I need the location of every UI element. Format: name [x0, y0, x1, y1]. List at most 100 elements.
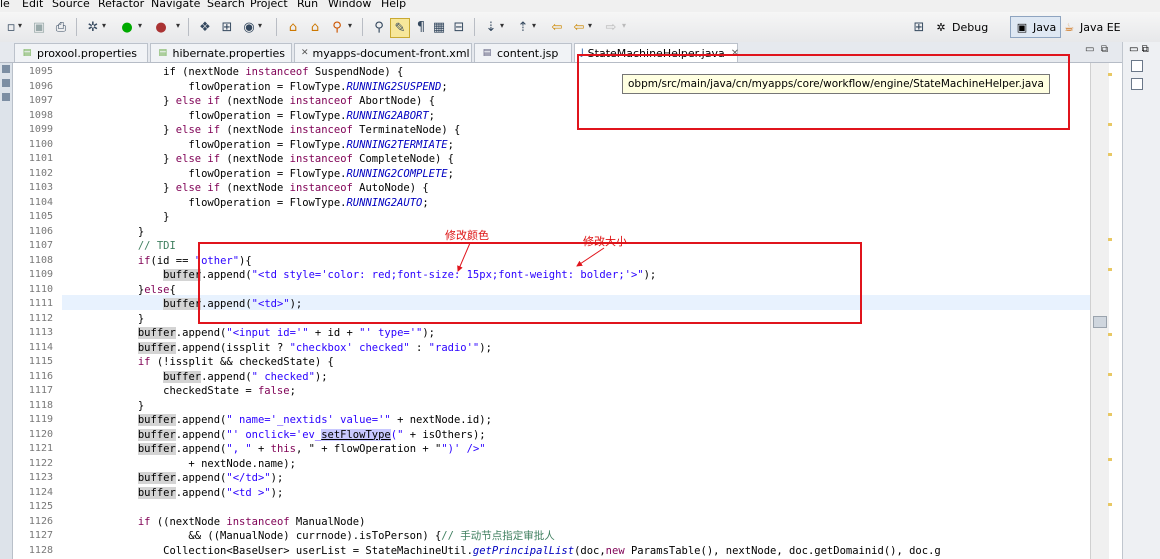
code-line[interactable]: }else{	[62, 283, 176, 298]
navigator-icon[interactable]	[2, 93, 10, 101]
package-explorer-icon[interactable]	[2, 65, 10, 73]
print-icon[interactable]: ⎙	[52, 18, 70, 36]
toggle-icon[interactable]: ⊟	[450, 18, 468, 36]
code-line[interactable]: buffer.append(issplit ? "checkbox' check…	[62, 341, 492, 356]
new-java-project-icon[interactable]: ❖	[196, 18, 214, 36]
open-task-icon[interactable]: ⌂	[306, 18, 324, 36]
chevron-down-icon[interactable]: ▾	[18, 21, 22, 30]
mark-occurrences-icon[interactable]: ✎	[390, 18, 410, 38]
pin-icon[interactable]: ⚲	[370, 18, 388, 36]
outline-icon[interactable]	[1131, 60, 1143, 72]
perspective-debug[interactable]: ✲ Debug	[934, 16, 988, 38]
code-line[interactable]: }	[62, 225, 144, 240]
chevron-down-icon[interactable]: ▾	[532, 21, 536, 30]
code-line[interactable]: flowOperation = FlowType.RUNNING2COMPLET…	[62, 167, 454, 182]
menu-refactor[interactable]: Refactor	[98, 0, 144, 10]
hierarchy-icon[interactable]	[2, 79, 10, 87]
occurrence-marker[interactable]	[1108, 413, 1112, 416]
run-icon[interactable]: ●	[118, 18, 136, 36]
code-line[interactable]: }	[62, 210, 169, 225]
code-line[interactable]: buffer.append("' onclick='ev_setFlowType…	[62, 428, 486, 443]
maximize-icon[interactable]: ⧉	[1142, 44, 1149, 55]
block-selection-icon[interactable]: ▦	[430, 18, 448, 36]
open-perspective-icon[interactable]: ⊞	[910, 18, 928, 36]
chevron-down-icon[interactable]: ▾	[588, 21, 592, 30]
vertical-scrollbar[interactable]	[1090, 63, 1112, 559]
tab-myapps-document-front-xml[interactable]: ✕ myapps-document-front.xml	[294, 43, 472, 62]
code-line[interactable]: checkedState = false;	[62, 384, 296, 399]
chevron-down-icon[interactable]: ▾	[500, 21, 504, 30]
chevron-down-icon[interactable]: ▾	[622, 21, 626, 30]
code-line[interactable]: } else if (nextNode instanceof CompleteN…	[62, 152, 454, 167]
code-line[interactable]: buffer.append(", " + this, " + flowOpera…	[62, 442, 486, 457]
show-whitespace-icon[interactable]: ¶	[412, 18, 430, 36]
code-line[interactable]: buffer.append("</td>");	[62, 471, 283, 486]
save-icon[interactable]: ▣	[30, 18, 48, 36]
menu-le[interactable]: le	[0, 0, 10, 10]
new-class-icon[interactable]: ◉	[240, 18, 258, 36]
occurrence-marker[interactable]	[1108, 123, 1112, 126]
search-icon[interactable]: ⚲	[328, 18, 346, 36]
code-line[interactable]: }	[62, 312, 144, 327]
back-icon[interactable]: ⇦	[570, 18, 588, 36]
menu-edit[interactable]: Edit	[22, 0, 43, 10]
tab-hibernate-properties[interactable]: ▤ hibernate.properties	[150, 43, 292, 62]
chevron-down-icon[interactable]: ▾	[176, 21, 180, 30]
chevron-down-icon[interactable]: ▾	[258, 21, 262, 30]
code-line[interactable]: }	[62, 399, 144, 414]
forward-icon[interactable]: ⇨	[602, 18, 620, 36]
menu-help[interactable]: Help	[381, 0, 406, 10]
code-line[interactable]: flowOperation = FlowType.RUNNING2SUSPEND…	[62, 80, 447, 95]
tab-content-jsp[interactable]: ▤ content.jsp	[474, 43, 572, 62]
code-line[interactable]: buffer.append(" name='_nextids' value='"…	[62, 413, 492, 428]
occurrence-marker[interactable]	[1108, 268, 1112, 271]
chevron-down-icon[interactable]: ▾	[348, 21, 352, 30]
tab-proxool-properties[interactable]: ▤ proxool.properties	[14, 43, 148, 62]
code-line[interactable]: if ((nextNode instanceof ManualNode)	[62, 515, 366, 530]
task-list-icon[interactable]	[1131, 78, 1143, 90]
code-line[interactable]: } else if (nextNode instanceof AbortNode…	[62, 94, 435, 109]
open-type-icon[interactable]: ⌂	[284, 18, 302, 36]
code-line[interactable]: buffer.append("<input id='" + id + "' ty…	[62, 326, 435, 341]
menu-project[interactable]: Project	[250, 0, 288, 10]
code-line[interactable]: if (!issplit && checkedState) {	[62, 355, 334, 370]
occurrence-marker[interactable]	[1108, 238, 1112, 241]
chevron-down-icon[interactable]: ▾	[138, 21, 142, 30]
menu-window[interactable]: Window	[328, 0, 371, 10]
code-line[interactable]: flowOperation = FlowType.RUNNING2TERMIAT…	[62, 138, 454, 153]
occurrence-marker[interactable]	[1108, 333, 1112, 336]
occurrence-marker[interactable]	[1108, 503, 1112, 506]
code-line[interactable]: + nextNode.name);	[62, 457, 295, 472]
occurrence-marker[interactable]	[1108, 153, 1112, 156]
code-line[interactable]: buffer.append("<td >");	[62, 486, 283, 501]
code-line[interactable]: buffer.append(" checked");	[62, 370, 328, 385]
scrollbar-thumb[interactable]	[1093, 316, 1107, 328]
perspective-javaee[interactable]: ☕ Java EE	[1062, 16, 1121, 38]
code-line[interactable]: if (nextNode instanceof SuspendNode) {	[62, 65, 403, 80]
code-line[interactable]: // TDI	[62, 239, 176, 254]
code-line[interactable]: flowOperation = FlowType.RUNNING2AUTO;	[62, 196, 428, 211]
new-package-icon[interactable]: ⊞	[218, 18, 236, 36]
debug-icon[interactable]: ✲	[84, 18, 102, 36]
code-line[interactable]: } else if (nextNode instanceof AutoNode)…	[62, 181, 429, 196]
occurrence-marker[interactable]	[1108, 73, 1112, 76]
perspective-java[interactable]: ▣ Java	[1010, 16, 1062, 38]
previous-annotation-icon[interactable]: ⇡	[514, 18, 532, 36]
chevron-down-icon[interactable]: ▾	[102, 21, 106, 30]
minimize-icon[interactable]: ▭	[1129, 44, 1138, 55]
last-edit-location-icon[interactable]: ⇦	[548, 18, 566, 36]
code-line[interactable]: flowOperation = FlowType.RUNNING2ABORT;	[62, 109, 435, 124]
occurrence-marker[interactable]	[1108, 373, 1112, 376]
menu-source[interactable]: Source	[52, 0, 90, 10]
code-line[interactable]: Collection<BaseUser> userList = StateMac…	[62, 544, 941, 559]
menu-search[interactable]: Search	[207, 0, 245, 10]
maximize-icon[interactable]: ⧉	[1101, 44, 1108, 55]
occurrence-marker[interactable]	[1108, 458, 1112, 461]
external-tools-icon[interactable]: ●	[152, 18, 170, 36]
menu-navigate[interactable]: Navigate	[151, 0, 200, 10]
menu-run[interactable]: Run	[297, 0, 318, 10]
code-line[interactable]: && ((ManualNode) currnode).isToPerson) {…	[62, 529, 554, 544]
minimize-icon[interactable]: ▭	[1085, 44, 1094, 55]
next-annotation-icon[interactable]: ⇣	[482, 18, 500, 36]
code-line[interactable]: } else if (nextNode instanceof Terminate…	[62, 123, 460, 138]
